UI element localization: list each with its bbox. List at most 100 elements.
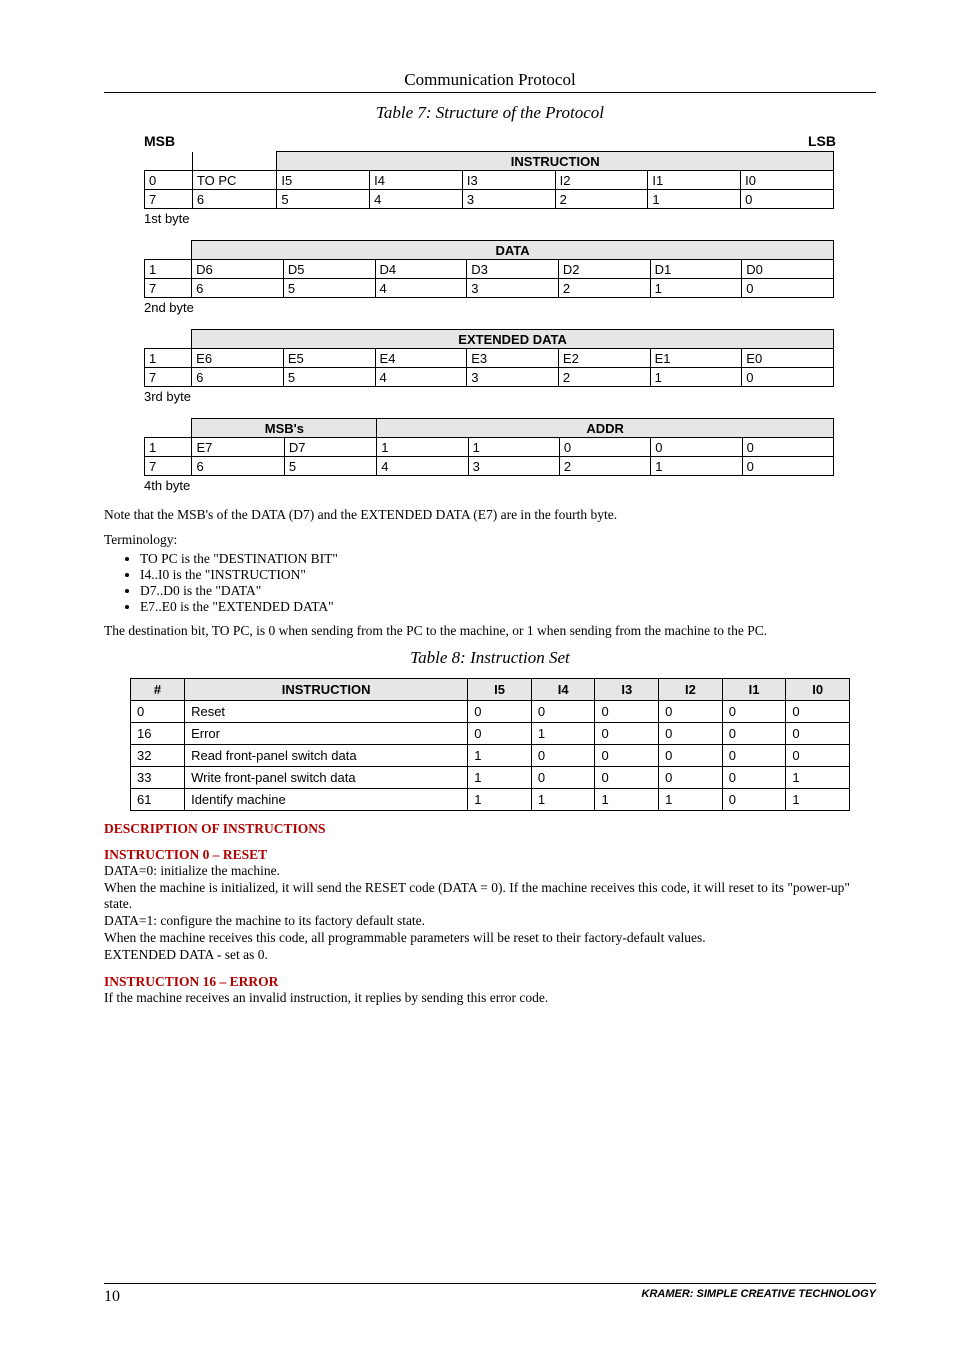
cell: 6	[192, 457, 284, 476]
cell: 1	[786, 766, 850, 788]
cell: E2	[558, 349, 650, 368]
cell: 1	[531, 788, 595, 810]
instruction16-heading: INSTRUCTION 16 – ERROR	[104, 974, 876, 990]
table-row: 32 Read front-panel switch data 1 0 0 0 …	[131, 744, 850, 766]
cell: Error	[185, 722, 468, 744]
cell: 2	[558, 279, 650, 298]
cell: 0	[559, 438, 650, 457]
cell: 1	[468, 766, 532, 788]
cell: E4	[375, 349, 467, 368]
cell: D6	[192, 260, 284, 279]
col-i4: I4	[531, 678, 595, 700]
terminology-list: TO PC is the "DESTINATION BIT" I4..I0 is…	[104, 551, 876, 615]
instruction0-line5: EXTENDED DATA - set as 0.	[104, 947, 876, 964]
cell: 1	[531, 722, 595, 744]
list-item: D7..D0 is the "DATA"	[140, 583, 876, 599]
cell: 4	[375, 279, 467, 298]
cell: 0	[786, 700, 850, 722]
list-item: I4..I0 is the "INSTRUCTION"	[140, 567, 876, 583]
table-row: 0 TO PC I5 I4 I3 I2 I1 I0	[145, 171, 834, 190]
page-footer: 10 KRAMER: SIMPLE CREATIVE TECHNOLOGY	[104, 1283, 876, 1306]
cell: 0	[531, 766, 595, 788]
cell: 5	[284, 457, 376, 476]
cell: E5	[283, 349, 375, 368]
cell: I1	[648, 171, 741, 190]
cell: Identify machine	[185, 788, 468, 810]
table-row: 7 6 5 4 3 2 1 0	[145, 190, 834, 209]
instruction0-heading: INSTRUCTION 0 – RESET	[104, 847, 876, 863]
cell: D1	[650, 260, 742, 279]
cell: 0	[531, 744, 595, 766]
byte2-table: DATA 1 D6 D5 D4 D3 D2 D1 D0 7 6 5 4 3 2 …	[144, 240, 834, 298]
cell: D3	[467, 260, 559, 279]
cell: D7	[284, 438, 376, 457]
cell: TO PC	[192, 171, 277, 190]
cell: D4	[375, 260, 467, 279]
cell: 3	[467, 368, 559, 387]
cell: 5	[277, 190, 370, 209]
cell: 0	[131, 700, 185, 722]
cell: 4	[375, 368, 467, 387]
cell: I5	[277, 171, 370, 190]
cell: 0	[722, 744, 786, 766]
footer-rule	[104, 1283, 876, 1284]
col-i5: I5	[468, 678, 532, 700]
cell: 3	[467, 279, 559, 298]
cell: 0	[741, 190, 834, 209]
instruction-set-table: # INSTRUCTION I5 I4 I3 I2 I1 I0 0 Reset …	[130, 678, 850, 811]
cell: 1	[650, 368, 742, 387]
destination-bit-note: The destination bit, TO PC, is 0 when se…	[104, 623, 876, 640]
cell: 7	[145, 190, 193, 209]
cell: 1	[145, 349, 192, 368]
cell: 0	[722, 766, 786, 788]
byte3-table: EXTENDED DATA 1 E6 E5 E4 E3 E2 E1 E0 7 6…	[144, 329, 834, 387]
cell: 1	[595, 788, 659, 810]
cell: 1	[659, 788, 723, 810]
cell: 0	[786, 744, 850, 766]
cell: I3	[462, 171, 555, 190]
cell: 3	[468, 457, 559, 476]
cell: 0	[786, 722, 850, 744]
instruction0-line4: When the machine receives this code, all…	[104, 930, 876, 947]
cell: 0	[595, 700, 659, 722]
table-row: 1 D6 D5 D4 D3 D2 D1 D0	[145, 260, 834, 279]
cell: 0	[742, 368, 834, 387]
page-header-title: Communication Protocol	[104, 70, 876, 90]
cell: 0	[595, 722, 659, 744]
cell: 5	[283, 279, 375, 298]
col-instruction: INSTRUCTION	[185, 678, 468, 700]
cell: 0	[742, 438, 833, 457]
cell: 1	[650, 279, 742, 298]
cell: 0	[659, 744, 723, 766]
cell: 0	[468, 700, 532, 722]
cell: 4	[370, 190, 463, 209]
cell: 1	[651, 457, 742, 476]
msb-note: Note that the MSB's of the DATA (D7) and…	[104, 507, 876, 524]
cell: 0	[659, 700, 723, 722]
description-heading: DESCRIPTION OF INSTRUCTIONS	[104, 821, 876, 837]
cell: Write front-panel switch data	[185, 766, 468, 788]
cell: 7	[145, 368, 192, 387]
instruction0-line2: When the machine is initialized, it will…	[104, 880, 876, 914]
cell: 0	[468, 722, 532, 744]
cell: D0	[742, 260, 834, 279]
cell: 1	[145, 260, 192, 279]
instruction0-line3: DATA=1: configure the machine to its fac…	[104, 913, 876, 930]
cell: 0	[531, 700, 595, 722]
cell: 6	[192, 279, 284, 298]
col-i0: I0	[786, 678, 850, 700]
cell: 0	[722, 722, 786, 744]
table7-caption: Table 7: Structure of the Protocol	[104, 103, 876, 123]
cell: 1	[468, 788, 532, 810]
cell: Reset	[185, 700, 468, 722]
cell: 5	[283, 368, 375, 387]
byte1-label: 1st byte	[144, 211, 876, 226]
byte3-title: EXTENDED DATA	[192, 330, 834, 349]
col-i2: I2	[659, 678, 723, 700]
lsb-label: LSB	[808, 133, 836, 149]
cell: 0	[722, 700, 786, 722]
cell: 0	[659, 722, 723, 744]
cell: D5	[283, 260, 375, 279]
table-row: 0 Reset 0 0 0 0 0 0	[131, 700, 850, 722]
cell: 6	[192, 190, 277, 209]
